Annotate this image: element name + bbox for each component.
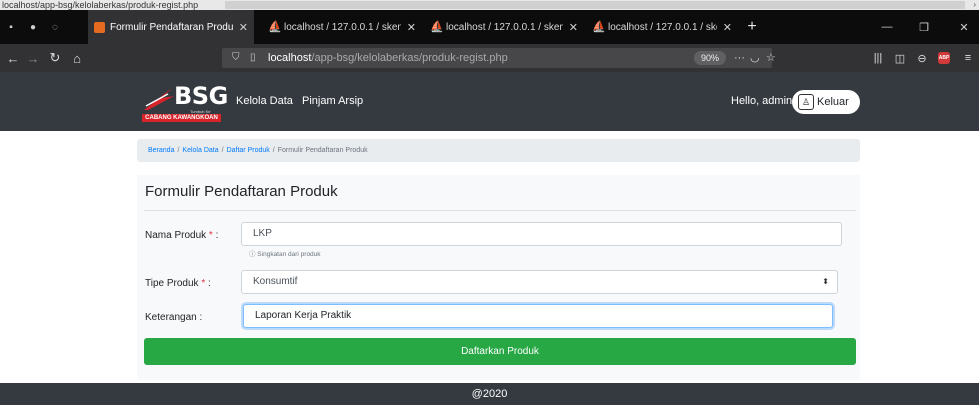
url-path: /app-bsg/kelolaberkas/produk-regist.php (311, 52, 508, 64)
required-mark: * (201, 278, 206, 289)
logo-text: BSG (174, 82, 228, 110)
page-info-icon[interactable]: ▯ (250, 48, 256, 68)
keterangan-label: Keterangan : (145, 312, 203, 323)
breadcrumb-beranda[interactable]: Beranda (148, 147, 174, 154)
form-title: Formulir Pendaftaran Produk (145, 183, 338, 200)
app-navbar: BSG Tumbuh Ke Depan CABANG KAWANGKOAN Ke… (0, 72, 979, 131)
horizontal-scrollbar[interactable] (225, 1, 965, 9)
footer: @2020 (0, 383, 979, 405)
tab-phpmyadmin-2[interactable]: ⛵ localhost / 127.0.0.1 / skema_d ✕ (424, 10, 584, 44)
tab-title: localhost / 127.0.0.1 / skema_d (446, 21, 563, 33)
minimize-icon[interactable]: — (872, 10, 902, 44)
product-form-card: Formulir Pendaftaran Produk Nama Produk … (137, 175, 860, 380)
logo-swoosh-icon (144, 88, 174, 110)
new-tab-button[interactable]: + (740, 10, 764, 44)
breadcrumb-current: Formulir Pendaftaran Produk (277, 147, 368, 154)
close-icon[interactable]: ✕ (723, 21, 732, 34)
pinned-tab-icon[interactable]: ● (22, 10, 44, 44)
bsg-logo[interactable]: BSG Tumbuh Ke Depan CABANG KAWANGKOAN (142, 82, 228, 122)
tab-phpmyadmin-3[interactable]: ⛵ localhost / 127.0.0.1 / skema_d ✕ (586, 10, 738, 44)
breadcrumb-separator: / (177, 147, 180, 154)
keterangan-input[interactable]: Laporan Kerja Praktik (243, 304, 833, 328)
bookmark-star-icon[interactable]: ☆ (766, 48, 776, 68)
breadcrumb-separator: / (221, 147, 224, 154)
app-favicon-icon (94, 21, 105, 33)
shield-icon[interactable]: ⛉ (232, 48, 240, 68)
forward-icon[interactable]: → (22, 44, 44, 72)
url-host: localhost (268, 52, 312, 64)
tab-title: localhost / 127.0.0.1 / skema_d (608, 21, 717, 33)
breadcrumb: Beranda / Kelola Data / Daftar Produk / Formul… (137, 139, 860, 162)
logout-label: Keluar (817, 96, 849, 108)
status-url-bar: localhost/app-bsg/kelolaberkas/produk-re… (0, 0, 979, 10)
tipe-produk-label: Tipe Produk * : (145, 278, 211, 289)
daftarkan-produk-button[interactable]: Daftarkan Produk (144, 338, 856, 365)
close-icon[interactable]: ✕ (569, 21, 578, 34)
back-icon[interactable]: ← (2, 44, 24, 72)
divider (144, 210, 856, 211)
breadcrumb-separator: / (272, 147, 275, 154)
home-icon[interactable]: ⌂ (66, 44, 88, 72)
page-actions-icon[interactable]: ··· (734, 48, 745, 68)
url-text[interactable]: localhost/app-bsg/kelolaberkas/produk-re… (268, 48, 508, 68)
adblock-label: ABP (938, 52, 950, 64)
breadcrumb-daftar-produk[interactable]: Daftar Produk (227, 147, 270, 154)
scroll-right-icon[interactable]: › (973, 0, 976, 10)
tab-formulir[interactable]: Formulir Pendaftaran Produk ✕ (88, 10, 254, 44)
reload-icon[interactable]: ↻ (44, 44, 66, 72)
required-mark: * (208, 230, 213, 241)
nama-label-text: Nama Produk (145, 230, 207, 241)
tab-title: Formulir Pendaftaran Produk (110, 21, 233, 33)
restore-icon[interactable]: ❐ (909, 10, 939, 44)
phpmyadmin-icon: ⛵ (430, 20, 444, 33)
logo-branch: CABANG KAWANGKOAN (142, 114, 221, 122)
zoom-level[interactable]: 90% (694, 51, 727, 65)
breadcrumb-kelola-data[interactable]: Kelola Data (182, 147, 218, 154)
tab-title: localhost / 127.0.0.1 / skema_d (284, 21, 401, 33)
account-icon[interactable]: ⊖ (912, 44, 932, 72)
tab-phpmyadmin-1[interactable]: ⛵ localhost / 127.0.0.1 / skema_d ✕ (262, 10, 422, 44)
user-icon: ♙ (798, 94, 814, 110)
sidebar-icon[interactable]: ◫ (890, 44, 910, 72)
nama-produk-input[interactable]: LKP (241, 222, 842, 246)
phpmyadmin-icon: ⛵ (268, 20, 282, 33)
status-url-text: localhost/app-bsg/kelolaberkas/produk-re… (2, 0, 199, 10)
select-arrow-icon: ⬍ (822, 277, 829, 286)
nav-pinjam-arsip[interactable]: Pinjam Arsip (302, 95, 363, 107)
window-close-icon[interactable]: ✕ (949, 10, 979, 44)
nama-produk-label: Nama Produk * : (145, 230, 219, 241)
pocket-icon[interactable]: ◡ (750, 48, 760, 68)
browser-nav-bar: ← → ↻ ⌂ ⛉ ▯ localhost/app-bsg/kelolaberk… (0, 44, 979, 72)
pinned-tab-icon-2[interactable]: ◌ (44, 10, 66, 44)
phpmyadmin-icon: ⛵ (592, 20, 606, 33)
library-icon[interactable]: ||| (868, 44, 888, 72)
browser-tab-bar: ▪ ● ◌ Formulir Pendaftaran Produk ✕ ⛵ lo… (0, 10, 979, 44)
nav-kelola-data[interactable]: Kelola Data (236, 95, 293, 107)
menu-icon[interactable]: ≡ (958, 44, 978, 72)
tipe-produk-select[interactable]: Konsumtif ⬍ (241, 270, 838, 294)
adblock-icon[interactable]: ABP (934, 44, 954, 72)
tipe-label-text: Tipe Produk (145, 278, 199, 289)
extension-icon[interactable]: ▪ (0, 10, 22, 44)
nama-produk-help: ⓘ Singkatan dari produk (249, 251, 321, 258)
close-icon[interactable]: ✕ (239, 21, 248, 34)
tipe-produk-value: Konsumtif (253, 276, 298, 287)
close-icon[interactable]: ✕ (407, 21, 416, 34)
address-bar[interactable]: ⛉ ▯ localhost/app-bsg/kelolaberkas/produ… (222, 48, 776, 68)
greeting-text: Hello, admin | (731, 95, 799, 107)
logout-button[interactable]: ♙ Keluar (792, 90, 860, 114)
